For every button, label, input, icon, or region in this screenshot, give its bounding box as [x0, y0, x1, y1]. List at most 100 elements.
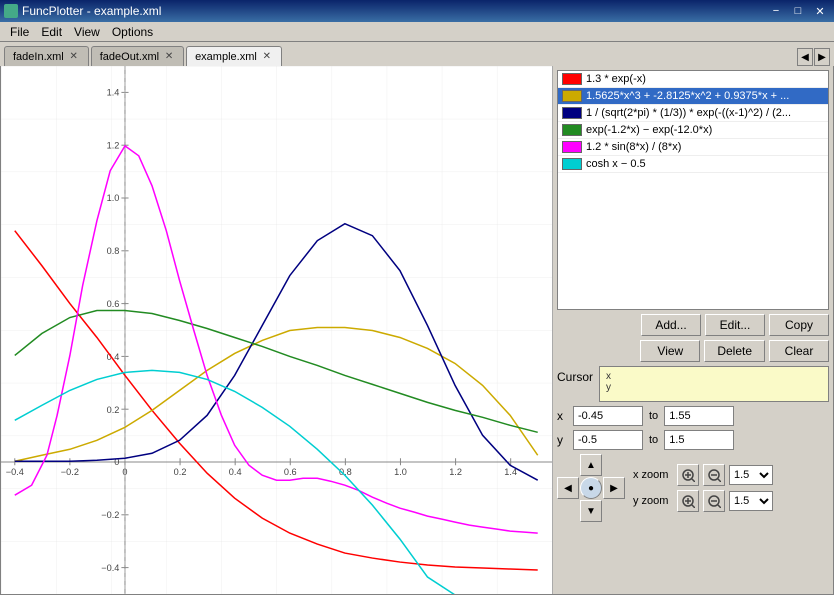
zoom-in-icon: [681, 468, 695, 482]
copy-button[interactable]: Copy: [769, 314, 829, 336]
svg-text:1.4: 1.4: [107, 88, 120, 98]
delete-button[interactable]: Delete: [704, 340, 765, 362]
color-swatch-0: [562, 73, 582, 85]
zoom-out-icon: [707, 468, 721, 482]
minimize-button[interactable]: −: [766, 3, 786, 19]
function-item-0[interactable]: 1.3 * exp(-x): [558, 71, 828, 88]
nav-right-button[interactable]: ▶: [603, 477, 625, 499]
clear-button[interactable]: Clear: [769, 340, 829, 362]
function-item-3[interactable]: exp(-1.2*x) − exp(-12.0*x): [558, 122, 828, 139]
cursor-y-row: y: [606, 382, 822, 393]
y-range-label: y: [557, 433, 569, 447]
zoom-controls: x zoom: [633, 464, 773, 512]
titlebar: FuncPlotter - example.xml − □ ✕: [0, 0, 834, 22]
y-zoom-select[interactable]: 1.5 2.0 3.0 0.5: [729, 491, 773, 511]
y-range-row: y to: [557, 430, 829, 450]
menu-options[interactable]: Options: [106, 23, 159, 41]
color-swatch-2: [562, 107, 582, 119]
svg-text:1.0: 1.0: [394, 467, 407, 477]
tab-example[interactable]: example.xml ✕: [186, 46, 282, 66]
cursor-y-label: y: [606, 382, 614, 393]
color-swatch-1: [562, 90, 582, 102]
app-icon: [4, 4, 18, 18]
svg-text:−0.2: −0.2: [61, 467, 79, 477]
x-range-to: to: [647, 410, 660, 422]
x-to-input[interactable]: [664, 406, 734, 426]
y-to-input[interactable]: [664, 430, 734, 450]
close-button[interactable]: ✕: [810, 3, 830, 19]
function-text-2: 1 / (sqrt(2*pi) * (1/3)) * exp(-((x-1)^2…: [586, 107, 791, 119]
x-zoom-select[interactable]: 1.5 2.0 3.0 0.5: [729, 465, 773, 485]
y-zoom-row: y zoom: [633, 490, 773, 512]
zoom-section: ▲ ◀ ● ▶ ▼ x zoom: [557, 454, 829, 522]
tab-fadein-label: fadeIn.xml: [13, 51, 64, 63]
cursor-x-row: x: [606, 371, 822, 382]
graph-area[interactable]: −0.4 −0.2 0 0.2 0.4 0.6 0.8: [1, 66, 553, 594]
cursor-section: Cursor x y: [557, 366, 829, 402]
color-swatch-4: [562, 141, 582, 153]
range-section: x to y to: [557, 406, 829, 450]
tab-nav: ◀ ▶: [797, 48, 830, 66]
nav-pad: ▲ ◀ ● ▶ ▼: [557, 454, 625, 522]
tab-fadein-close[interactable]: ✕: [68, 51, 80, 63]
zoom-in-y-icon: [681, 494, 695, 508]
tab-fadeout-label: fadeOut.xml: [100, 51, 159, 63]
x-from-input[interactable]: [573, 406, 643, 426]
graph-svg: −0.4 −0.2 0 0.2 0.4 0.6 0.8: [1, 66, 552, 594]
y-zoom-out-button[interactable]: [703, 490, 725, 512]
menu-file[interactable]: File: [4, 23, 35, 41]
svg-text:−0.4: −0.4: [101, 563, 119, 573]
tabbar: fadeIn.xml ✕ fadeOut.xml ✕ example.xml ✕…: [0, 42, 834, 66]
y-zoom-label: y zoom: [633, 495, 673, 507]
svg-text:1.2: 1.2: [449, 467, 462, 477]
x-zoom-out-button[interactable]: [703, 464, 725, 486]
cursor-x-label: x: [606, 371, 614, 382]
nav-left-button[interactable]: ◀: [557, 477, 579, 499]
tab-fadein[interactable]: fadeIn.xml ✕: [4, 46, 89, 66]
tab-nav-left[interactable]: ◀: [797, 48, 813, 66]
function-item-1[interactable]: 1.5625*x^3 + -2.8125*x^2 + 0.9375*x + ..…: [558, 88, 828, 105]
function-item-5[interactable]: cosh x − 0.5: [558, 156, 828, 173]
function-item-2[interactable]: 1 / (sqrt(2*pi) * (1/3)) * exp(-((x-1)^2…: [558, 105, 828, 122]
maximize-button[interactable]: □: [788, 3, 808, 19]
svg-text:−0.2: −0.2: [101, 510, 119, 520]
view-button[interactable]: View: [640, 340, 700, 362]
svg-text:0.2: 0.2: [107, 405, 120, 415]
svg-text:−0.4: −0.4: [6, 467, 24, 477]
add-button[interactable]: Add...: [641, 314, 701, 336]
tab-fadeout-close[interactable]: ✕: [163, 51, 175, 63]
function-item-4[interactable]: 1.2 * sin(8*x) / (8*x): [558, 139, 828, 156]
right-panel: 1.3 * exp(-x) 1.5625*x^3 + -2.8125*x^2 +…: [553, 66, 833, 594]
nav-up-button[interactable]: ▲: [580, 454, 602, 476]
nav-center-button[interactable]: ●: [580, 477, 602, 499]
x-range-row: x to: [557, 406, 829, 426]
menubar: File Edit View Options: [0, 22, 834, 42]
button-row-2: View Delete Clear: [557, 340, 829, 362]
function-text-4: 1.2 * sin(8*x) / (8*x): [586, 141, 681, 153]
svg-text:0.2: 0.2: [174, 467, 187, 477]
svg-text:1.2: 1.2: [107, 140, 120, 150]
tab-fadeout[interactable]: fadeOut.xml ✕: [91, 46, 184, 66]
function-list: 1.3 * exp(-x) 1.5625*x^3 + -2.8125*x^2 +…: [557, 70, 829, 310]
x-zoom-in-button[interactable]: [677, 464, 699, 486]
color-swatch-3: [562, 124, 582, 136]
function-text-0: 1.3 * exp(-x): [586, 73, 646, 85]
svg-text:0.6: 0.6: [107, 299, 120, 309]
y-range-to: to: [647, 434, 660, 446]
svg-text:0.4: 0.4: [229, 467, 242, 477]
y-zoom-in-button[interactable]: [677, 490, 699, 512]
tab-example-label: example.xml: [195, 51, 257, 63]
function-text-1: 1.5625*x^3 + -2.8125*x^2 + 0.9375*x + ..…: [586, 90, 789, 102]
y-from-input[interactable]: [573, 430, 643, 450]
menu-view[interactable]: View: [68, 23, 106, 41]
function-text-3: exp(-1.2*x) − exp(-12.0*x): [586, 124, 712, 136]
menu-edit[interactable]: Edit: [35, 23, 68, 41]
tab-example-close[interactable]: ✕: [261, 51, 273, 63]
cursor-box: x y: [599, 366, 829, 402]
tab-nav-right[interactable]: ▶: [814, 48, 830, 66]
edit-button[interactable]: Edit...: [705, 314, 765, 336]
nav-down-button[interactable]: ▼: [580, 500, 602, 522]
main-content: −0.4 −0.2 0 0.2 0.4 0.6 0.8: [0, 66, 834, 595]
titlebar-text: FuncPlotter - example.xml: [22, 4, 161, 18]
x-zoom-label: x zoom: [633, 469, 673, 481]
